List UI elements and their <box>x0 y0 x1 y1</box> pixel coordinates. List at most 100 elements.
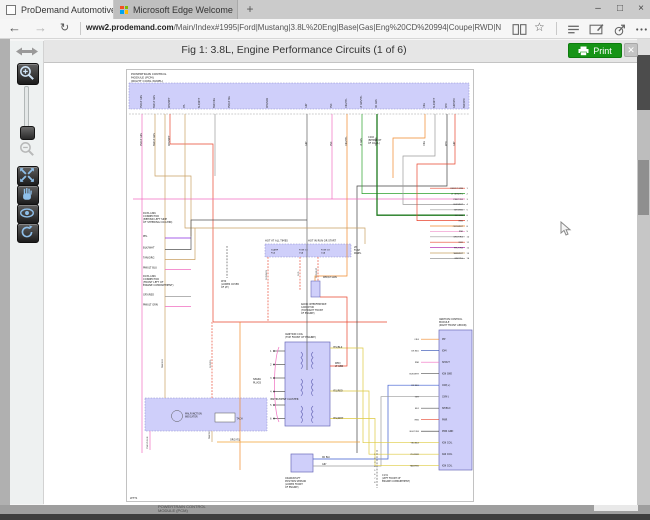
svg-text:SHIELD: SHIELD <box>442 407 451 410</box>
svg-text:BLK/WHT: BLK/WHT <box>143 246 155 250</box>
svg-text:PWR: PWR <box>442 419 448 422</box>
pan-hand-button[interactable] <box>17 185 39 205</box>
svg-text:6: 6 <box>467 215 469 217</box>
svg-text:RED/YEL: RED/YEL <box>210 358 212 368</box>
favorites-star-icon[interactable]: ☆ <box>534 20 545 34</box>
forward-icon[interactable]: → <box>34 20 47 35</box>
svg-text:10: 10 <box>467 237 470 239</box>
minimize-button[interactable]: – <box>588 0 608 19</box>
more-icon[interactable] <box>634 22 649 37</box>
svg-text:1: 1 <box>270 350 272 353</box>
svg-text:DK BLU: DK BLU <box>411 385 419 387</box>
svg-text:IGN COIL: IGN COIL <box>442 442 453 445</box>
zoom-in-button[interactable] <box>17 63 39 85</box>
svg-text:LT GRN: LT GRN <box>360 138 363 146</box>
window-close-button[interactable]: × <box>631 0 650 19</box>
svg-text:PNK: PNK <box>459 231 464 233</box>
hub-icon[interactable] <box>566 22 581 37</box>
svg-text:3: 3 <box>270 377 272 380</box>
zoom-slider-thumb[interactable] <box>20 126 35 140</box>
svg-text:PNK: PNK <box>330 103 333 108</box>
fit-page-button[interactable] <box>17 166 39 186</box>
print-button[interactable]: Print <box>568 43 622 58</box>
svg-text:GRY: GRY <box>415 397 420 399</box>
svg-text:TAN/RED: TAN/RED <box>410 465 420 468</box>
svg-text:4: 4 <box>270 391 272 394</box>
svg-text:TAN/ORG: TAN/ORG <box>143 256 154 260</box>
svg-text:DK GRN: DK GRN <box>455 215 464 217</box>
svg-text:CKP(+): CKP(+) <box>442 384 450 387</box>
web-note-icon[interactable] <box>589 22 604 37</box>
svg-text:BLK/WHT: BLK/WHT <box>433 97 436 108</box>
svg-text:GRY/RED: GRY/RED <box>143 293 154 297</box>
svg-text:FUSE 10: FUSE 10 <box>299 250 308 252</box>
mouse-cursor <box>560 221 572 237</box>
svg-text:30AMP: 30AMP <box>271 249 279 252</box>
svg-text:YEL/BLK: YEL/BLK <box>411 443 420 445</box>
share-icon[interactable] <box>612 22 627 37</box>
svg-text:6: 6 <box>374 474 376 476</box>
svg-text:15A: 15A <box>299 252 304 255</box>
svg-text:PNK/LT BLU: PNK/LT BLU <box>143 266 157 270</box>
svg-text:ORG/YEL: ORG/YEL <box>345 136 348 146</box>
svg-text:GRY/ORG: GRY/ORG <box>453 237 463 239</box>
screen: ProDemand Automotive × Microsoft Edge We… <box>0 0 650 520</box>
tab-prodemand[interactable]: ProDemand Automotive × <box>0 0 113 19</box>
svg-text:OF COWL): OF COWL) <box>368 142 380 145</box>
svg-text:BLK: BLK <box>415 408 420 410</box>
taskbar-strip <box>0 514 650 520</box>
url-path: /Main/Index#1995|Ford|Mustang|3.8L%20Eng… <box>174 23 501 32</box>
svg-text:ORG/YEL: ORG/YEL <box>230 439 241 442</box>
page-left-edge <box>0 39 10 505</box>
svg-text:RED/WHT: RED/WHT <box>168 135 171 146</box>
svg-text:IGN COIL: IGN COIL <box>442 465 453 468</box>
svg-text:PNK/LT GRN: PNK/LT GRN <box>140 95 143 108</box>
svg-text:F1A: F1A <box>271 252 276 255</box>
reset-button[interactable] <box>17 223 39 243</box>
svg-text:8: 8 <box>467 226 469 228</box>
svg-text:YEL/RED: YEL/RED <box>333 390 343 393</box>
svg-text:7: 7 <box>374 478 376 480</box>
svg-text:6: 6 <box>270 418 272 421</box>
svg-text:YEL/RED: YEL/RED <box>410 454 419 456</box>
viewer-close-button[interactable]: ✕ <box>624 43 638 57</box>
svg-text:9: 9 <box>467 231 469 233</box>
back-icon[interactable]: ← <box>8 20 21 35</box>
svg-text:LT GRN/YEL: LT GRN/YEL <box>451 193 464 195</box>
viewer-title: Fig 1: 3.8L, Engine Performance Circuits… <box>44 44 544 56</box>
svg-text:ORG/WHT: ORG/WHT <box>453 226 464 228</box>
svg-text:14: 14 <box>467 258 470 260</box>
svg-text:TAN/YEL: TAN/YEL <box>208 430 211 439</box>
resize-arrows-icon[interactable] <box>15 46 39 57</box>
svg-text:DK BLU: DK BLU <box>411 351 419 353</box>
svg-text:GRY: GRY <box>305 103 308 108</box>
svg-text:2: 2 <box>467 193 469 195</box>
svg-text:(RIGHT COWL PANEL): (RIGHT COWL PANEL) <box>131 79 163 83</box>
svg-text:CKP(-): CKP(-) <box>442 396 449 399</box>
svg-text:GRY: GRY <box>305 141 308 146</box>
svg-text:LT GRN/YEL: LT GRN/YEL <box>360 95 363 108</box>
page-scrollbar[interactable] <box>637 39 650 505</box>
svg-text:10A: 10A <box>321 252 326 255</box>
svg-text:SPARK: SPARK <box>253 377 261 381</box>
svg-text:HOT IN RUN OR START: HOT IN RUN OR START <box>308 239 336 243</box>
svg-text:5: 5 <box>270 404 272 407</box>
svg-text:RED/LT GRN: RED/LT GRN <box>323 276 337 279</box>
maximize-button[interactable]: □ <box>610 0 630 19</box>
svg-text:11: 11 <box>467 242 470 244</box>
address-bar[interactable]: www2.prodemand.com/Main/Index#1995|Ford|… <box>86 23 501 36</box>
svg-text:PNK: PNK <box>330 141 333 146</box>
new-tab-button[interactable]: + <box>238 0 262 19</box>
refresh-icon[interactable]: ↻ <box>60 21 69 34</box>
svg-text:RED: RED <box>415 420 420 422</box>
svg-text:ENGINE COMPARTMENT): ENGINE COMPARTMENT) <box>143 283 174 287</box>
svg-text:PLUGS: PLUGS <box>253 381 262 385</box>
zoom-out-icon[interactable] <box>18 140 36 158</box>
svg-text:8: 8 <box>374 482 376 484</box>
view-button[interactable] <box>17 204 39 224</box>
tab-edge-welcome[interactable]: Microsoft Edge Welcome <box>114 0 238 19</box>
reading-view-icon[interactable] <box>512 22 527 37</box>
svg-text:PNK/LT GRN: PNK/LT GRN <box>140 133 143 146</box>
scrollbar-thumb[interactable] <box>638 160 649 215</box>
svg-text:13: 13 <box>467 253 470 255</box>
